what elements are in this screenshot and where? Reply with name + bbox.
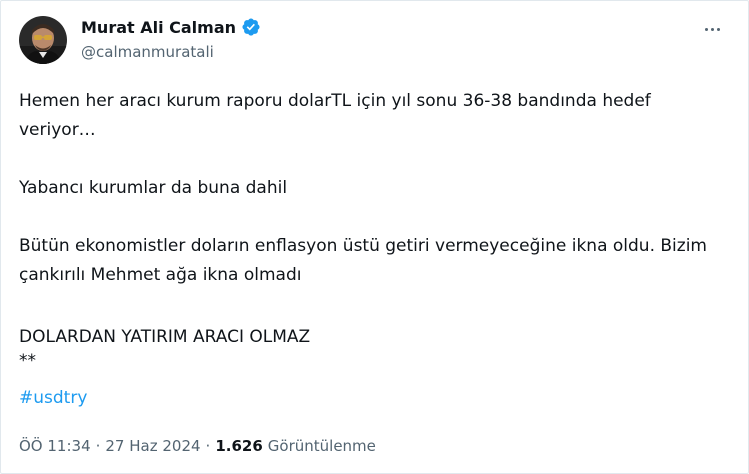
tweet-text-paragraph-1: Hemen her aracı kurum raporu dolarTL içi… (19, 91, 657, 140)
tweet-time[interactable]: ÖÖ 11:34 (19, 437, 91, 455)
views-count: 1.626 (215, 437, 263, 455)
avatar[interactable] (19, 16, 67, 64)
more-horizontal-icon-dot (710, 27, 714, 31)
author-handle[interactable]: @calmanmuratali (81, 43, 214, 61)
tweet-text-paragraph-2: Yabancı kurumlar da buna dahil (19, 178, 288, 198)
more-horizontal-icon-dot (716, 27, 720, 31)
more-options-button[interactable] (700, 19, 724, 39)
avatar-photo (19, 16, 67, 64)
author-name-row: Murat Ali Calman (81, 17, 261, 37)
meta-separator: · (95, 437, 101, 455)
more-horizontal-icon (704, 27, 708, 31)
tweet-meta: ÖÖ 11:34 · 27 Haz 2024 · 1.626 Görüntüle… (19, 437, 376, 455)
tweet-text-paragraph-3: Bütün ekonomistler doların enflasyon üst… (19, 236, 713, 285)
verified-badge-icon (241, 17, 261, 37)
views-label: Görüntülenme (267, 437, 376, 455)
hashtag-link[interactable]: #usdtry (19, 384, 87, 413)
tweet-text-paragraph-5: ** (19, 351, 36, 371)
tweet-card: Murat Ali Calman @calmanmuratali Hemen h… (0, 0, 749, 474)
tweet-date[interactable]: 27 Haz 2024 (105, 437, 200, 455)
meta-separator: · (205, 437, 211, 455)
author-display-name[interactable]: Murat Ali Calman (81, 18, 236, 37)
